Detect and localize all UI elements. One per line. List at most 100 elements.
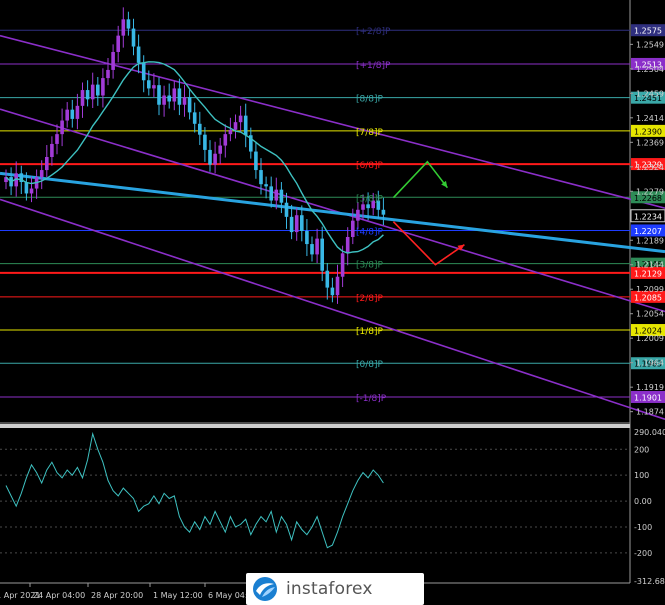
candle-body-15 [80, 90, 85, 106]
price-tick-label-0: 1.2549 [636, 40, 664, 49]
murray-price-value-9: 1.2085 [634, 293, 662, 302]
osc-tick-label-4: -100 [634, 523, 652, 532]
murray-label-10: [1/8]P [356, 327, 384, 337]
candle-body-18 [96, 84, 100, 96]
osc-tick-label-3: 0.00 [634, 497, 652, 506]
murray-label-7: [3/8]P [356, 261, 384, 271]
candle-body-31 [162, 95, 166, 105]
candle-body-44 [228, 129, 233, 135]
candle-body-30 [157, 85, 161, 105]
candle-body-35 [182, 97, 187, 105]
candle-body-55 [284, 202, 289, 217]
candle-body-45 [233, 122, 238, 130]
candle-body-58 [300, 215, 304, 232]
candle-body-43 [223, 134, 228, 146]
candle-body-38 [198, 123, 202, 135]
current-price-value: 1.2234 [634, 212, 662, 221]
osc-tick-label-1: 200 [634, 445, 649, 454]
price-tick-label-5: 1.2324 [636, 163, 664, 172]
candle-body-37 [192, 112, 197, 124]
candle-body-68 [351, 220, 355, 237]
candle-body-71 [366, 204, 370, 209]
time-tick-label-2: 28 Apr 20:00 [91, 591, 143, 600]
candle-body-63 [325, 270, 330, 288]
price-tick-label-6: 1.2279 [636, 187, 664, 196]
candle-body-34 [177, 88, 182, 105]
candle-body-49 [254, 151, 258, 171]
murray-label-5: [5/8]P [356, 194, 384, 204]
candle-body-36 [187, 97, 192, 113]
murray-price-value-3: 1.2390 [634, 127, 662, 136]
candle-body-27 [141, 62, 146, 81]
candle-body-61 [315, 238, 319, 255]
murray-label-11: [0/8]P [356, 360, 384, 370]
candle-body-64 [330, 287, 335, 296]
candle-body-10 [55, 134, 59, 144]
osc-tick-label-5: -200 [634, 549, 652, 558]
price-tick-label-15: 1.1874 [636, 408, 664, 417]
murray-price-value-12: 1.1901 [634, 393, 662, 402]
candle-body-22 [116, 35, 120, 52]
candle-body-5 [29, 188, 34, 194]
price-tick-label-4: 1.2369 [636, 138, 664, 147]
candle-body-8 [45, 156, 49, 171]
price-tick-label-2: 1.2459 [636, 89, 664, 98]
osc-tick-label-6: -312.6827 [634, 577, 665, 586]
murray-label-12: [-1/8]P [356, 394, 387, 404]
candle-body-23 [121, 19, 126, 36]
candle-body-21 [111, 51, 115, 70]
murray-label-3: [7/8]P [356, 128, 384, 138]
candle-body-9 [50, 143, 54, 157]
instaforex-logo: instaforex [246, 573, 424, 605]
price-tick-label-9: 1.2144 [636, 261, 664, 270]
time-tick-label-1: 24 Apr 04:00 [33, 591, 85, 600]
candle-body-20 [106, 69, 110, 79]
price-chart: [+2/8]P [+1/8]P [8/8]P [7/8]P [6/8]P [5/8]P [4… [0, 0, 665, 605]
candle-body-40 [208, 149, 212, 165]
price-tick-label-14: 1.1919 [636, 383, 664, 392]
murray-price-value-6: 1.2207 [634, 227, 662, 236]
candle-body-41 [213, 153, 217, 165]
candle-body-42 [218, 145, 222, 154]
candle-body-13 [70, 109, 75, 119]
candle-body-11 [60, 120, 64, 135]
candle-body-33 [172, 88, 177, 102]
candle-body-24 [126, 19, 131, 29]
candle-body-12 [65, 109, 69, 121]
osc-tick-label-2: 100 [634, 471, 649, 480]
price-tick-label-11: 1.2054 [636, 310, 664, 319]
candle-body-69 [356, 209, 360, 221]
candle-body-25 [131, 28, 136, 47]
candle-body-32 [167, 95, 171, 102]
candle-body-46 [238, 115, 243, 123]
candle-body-65 [335, 276, 340, 296]
candle-body-57 [294, 215, 299, 233]
osc-tick-label-0: 290.0403 [634, 428, 665, 437]
candle-body-29 [152, 85, 156, 89]
candle-body-19 [101, 78, 105, 96]
candle-body-47 [243, 115, 248, 136]
murray-label-4: [6/8]P [356, 161, 384, 171]
candle-body-60 [310, 244, 314, 255]
candle-body-74 [381, 209, 386, 215]
candle-body-4 [24, 182, 29, 194]
candle-body-28 [147, 80, 151, 89]
price-tick-label-10: 1.2099 [636, 285, 664, 294]
candle-body-66 [340, 253, 345, 277]
candle-body-26 [136, 46, 141, 63]
candle-body-54 [279, 189, 284, 203]
candle-body-53 [274, 189, 279, 201]
murray-price-value-8: 1.2129 [634, 269, 662, 278]
price-tick-label-12: 1.2009 [636, 334, 664, 343]
brand-name: instaforex [286, 579, 373, 599]
candle-body-17 [90, 84, 95, 100]
candle-body-50 [259, 170, 263, 185]
murray-label-0: [+2/8]P [356, 27, 391, 37]
indicator-header-bar [0, 424, 630, 428]
murray-price-value-0: 1.2575 [634, 27, 662, 36]
candle-body-59 [305, 231, 309, 245]
candle-body-14 [75, 105, 80, 119]
murray-label-1: [+1/8]P [356, 61, 391, 71]
candle-body-16 [85, 90, 90, 100]
candle-body-39 [203, 134, 207, 150]
